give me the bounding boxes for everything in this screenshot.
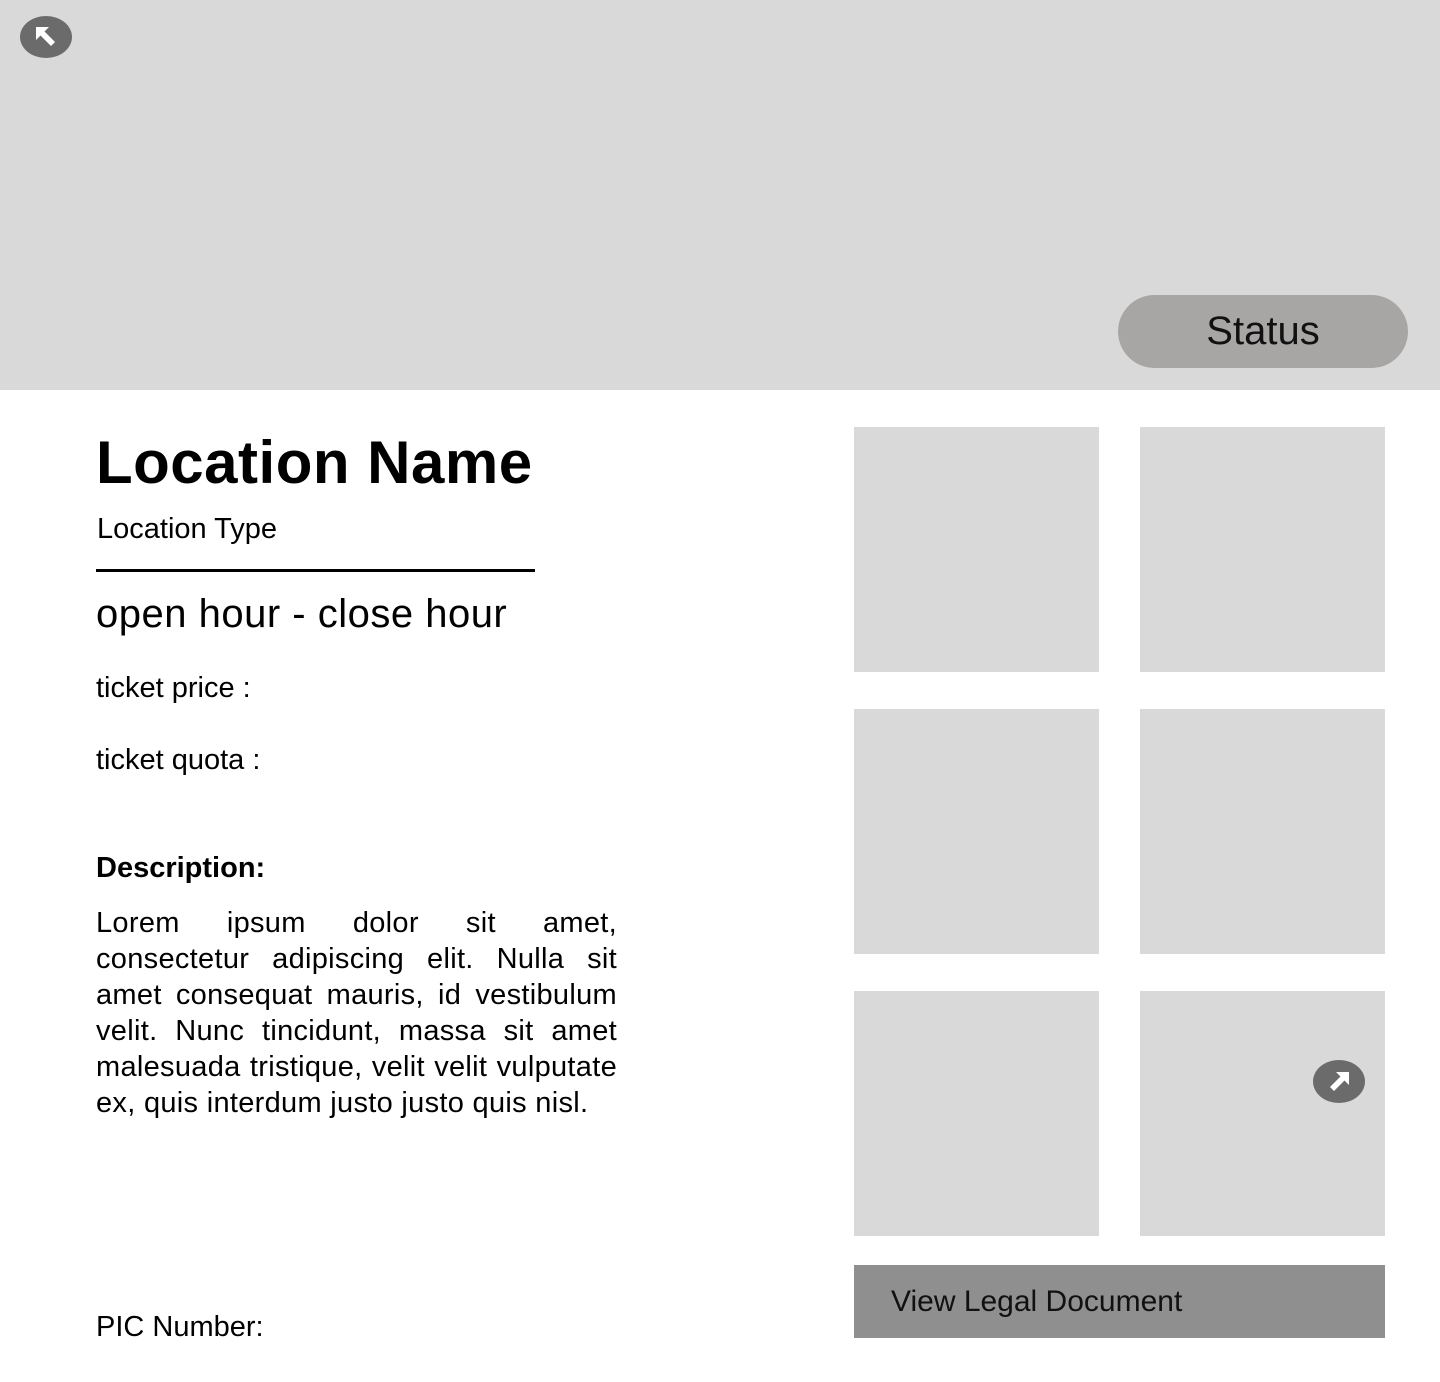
ticket-price-label: ticket price : [96, 672, 251, 704]
divider [96, 569, 535, 572]
gallery-image-2[interactable] [1140, 427, 1385, 672]
description-heading: Description: [96, 852, 266, 884]
gallery-image-6[interactable] [1140, 991, 1385, 1236]
ticket-quota-label: ticket quota : [96, 744, 261, 776]
view-legal-document-button[interactable]: View Legal Document [854, 1265, 1385, 1338]
arrow-up-left-icon [36, 27, 55, 46]
opening-hours: open hour - close hour [96, 592, 508, 636]
gallery-image-1[interactable] [854, 427, 1099, 672]
cover-image-banner: Status [0, 0, 1440, 390]
back-button[interactable] [20, 16, 72, 58]
gallery-image-3[interactable] [854, 709, 1099, 954]
description-text: Lorem ipsum dolor sit amet, consectetur … [96, 907, 617, 1119]
gallery-next-button[interactable] [1313, 1060, 1365, 1103]
location-type: Location Type [97, 513, 278, 545]
location-name: Location Name [96, 429, 533, 496]
arrow-up-right-icon [1330, 1071, 1349, 1091]
gallery-image-5[interactable] [854, 991, 1099, 1236]
pic-number-label: PIC Number: [96, 1311, 264, 1343]
location-detail-page: Status Location Name Location Type open … [0, 0, 1440, 1382]
gallery-image-4[interactable] [1140, 709, 1385, 954]
status-badge: Status [1118, 295, 1408, 368]
